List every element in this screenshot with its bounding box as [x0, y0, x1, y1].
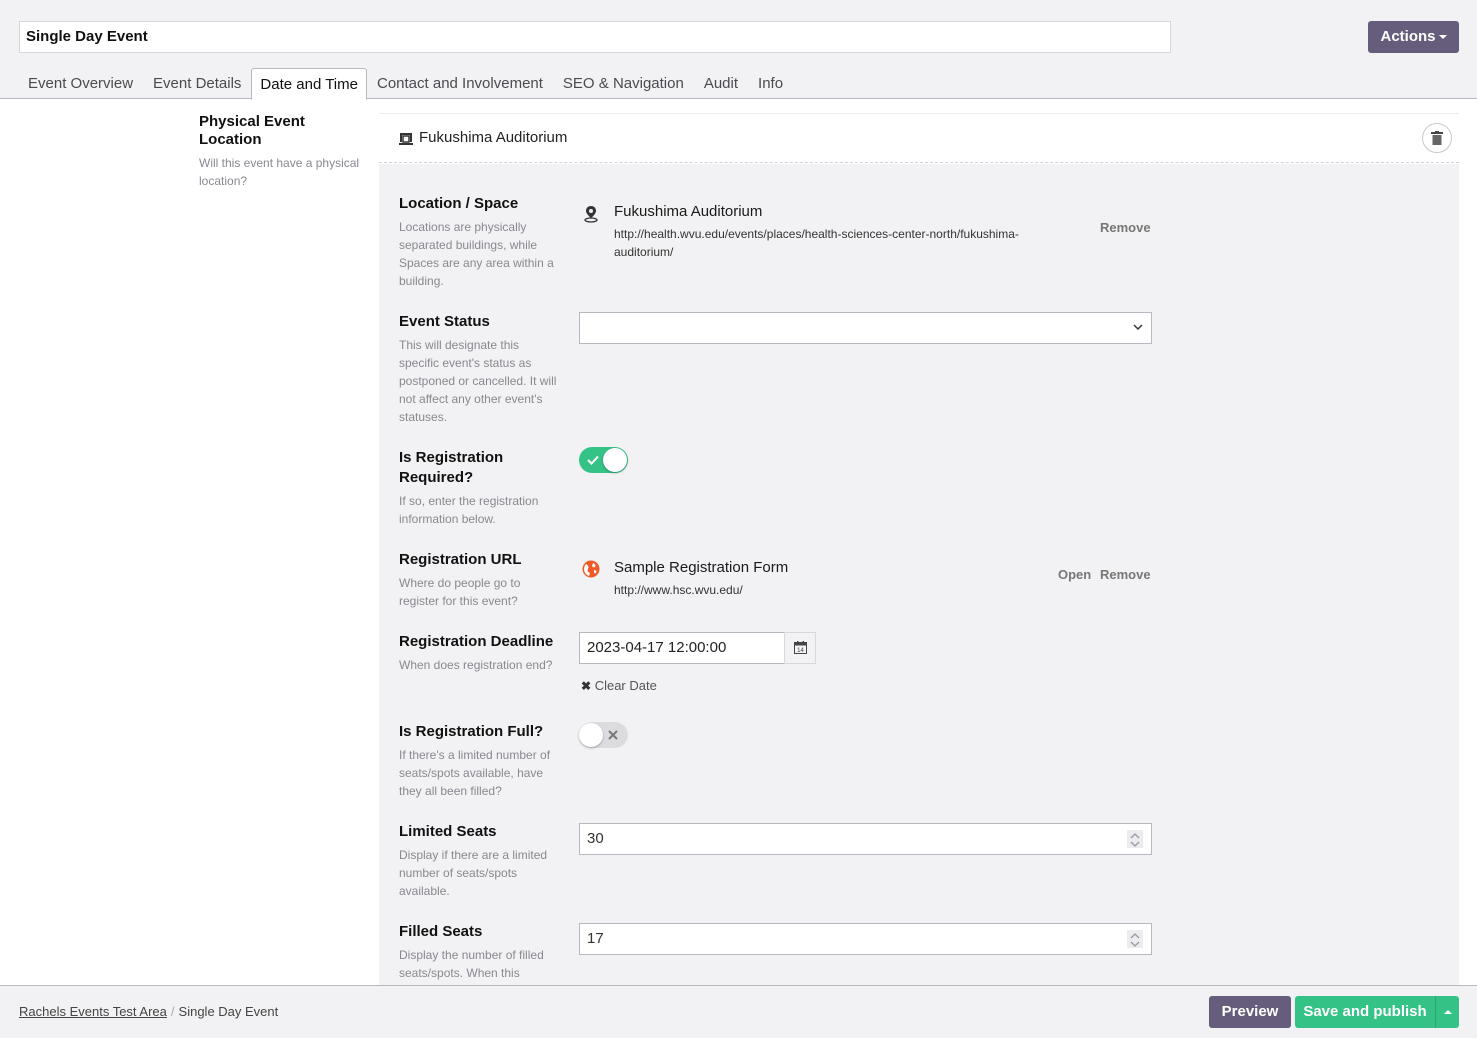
registration-url-label: Registration URL	[399, 551, 522, 568]
registration-url-field-label: Registration URL Where do people go to r…	[399, 550, 559, 610]
map-pin-icon	[584, 206, 598, 223]
registration-deadline-field-label: Registration Deadline When does registra…	[399, 632, 559, 674]
spinner-arrows-icon	[1130, 833, 1140, 847]
tab-date-and-time[interactable]: Date and Time	[251, 68, 367, 100]
registration-required-label: Is Registration Required?	[399, 449, 504, 486]
preview-button[interactable]: Preview	[1209, 996, 1291, 1028]
registration-deadline-label: Registration Deadline	[399, 633, 554, 650]
registration-url-remove-link[interactable]: Remove	[1100, 567, 1151, 582]
location-description: Locations are physically separated build…	[399, 220, 554, 288]
breadcrumb-current: Single Day Event	[178, 1004, 279, 1019]
caret-down-icon	[1438, 35, 1447, 40]
filled-seats-description: Display the number of filled seats/spots…	[399, 948, 544, 980]
location-panel: Location / Space Locations are physicall…	[379, 164, 1459, 986]
registration-deadline-description: When does registration end?	[399, 658, 553, 672]
registration-full-field-label: Is Registration Full? If there's a limit…	[399, 722, 559, 800]
close-icon: ✖	[581, 679, 592, 693]
page-footer: Rachels Events Test Area / Single Day Even…	[0, 985, 1477, 1038]
chevron-down-icon	[1133, 324, 1143, 331]
tab-contact-and-involvement[interactable]: Contact and Involvement	[367, 68, 553, 99]
registration-full-label: Is Registration Full?	[399, 723, 544, 740]
toggle-knob	[603, 448, 627, 472]
registration-url-description: Where do people go to register for this …	[399, 576, 521, 608]
calendar-icon: 14	[794, 641, 807, 654]
filled-seats-value: 17	[587, 930, 604, 947]
tab-audit[interactable]: Audit	[694, 68, 748, 99]
spinner-arrows-icon	[1130, 933, 1140, 947]
date-picker-button[interactable]: 14	[784, 632, 816, 664]
registration-url-open-link[interactable]: Open	[1058, 567, 1091, 582]
registration-deadline-input[interactable]: 2023-04-17 12:00:00	[579, 632, 785, 664]
event-title-input[interactable]: Single Day Event	[19, 21, 1171, 53]
tab-event-details[interactable]: Event Details	[143, 68, 251, 99]
actions-button[interactable]: Actions	[1368, 21, 1459, 53]
filled-seats-label: Filled Seats	[399, 923, 483, 940]
publish-options-toggle[interactable]	[1435, 996, 1459, 1028]
toggle-knob	[579, 723, 603, 747]
limited-seats-field-label: Limited Seats Display if there are a lim…	[399, 822, 559, 900]
tab-seo-navigation[interactable]: SEO & Navigation	[553, 68, 694, 99]
check-icon	[587, 455, 599, 465]
location-title: Fukushima Auditorium	[614, 203, 763, 220]
registration-required-toggle[interactable]	[579, 447, 628, 473]
limited-seats-value: 30	[587, 830, 604, 847]
svg-text:14: 14	[797, 648, 804, 654]
registration-full-toggle[interactable]	[579, 722, 628, 748]
clear-date-link[interactable]: ✖ Clear Date	[581, 678, 657, 693]
registration-url-title: Sample Registration Form	[614, 559, 789, 576]
trash-icon	[1431, 131, 1443, 145]
filled-seats-input[interactable]: 17	[579, 923, 1152, 955]
delete-location-button[interactable]	[1422, 123, 1452, 153]
section-description: Will this event have a physical location…	[199, 156, 360, 188]
section-title: Physical Event Location	[199, 113, 305, 148]
event-status-description: This will designate this specific event'…	[399, 338, 557, 424]
event-status-field-label: Event Status This will designate this sp…	[399, 312, 559, 426]
breadcrumb-parent-link[interactable]: Rachels Events Test Area	[19, 1004, 167, 1019]
breadcrumb: Rachels Events Test Area / Single Day Even…	[19, 1004, 278, 1019]
location-reference: Fukushima Auditorium http://health.wvu.e…	[579, 203, 1159, 263]
registration-full-description: If there's a limited number of seats/spo…	[399, 748, 551, 798]
breadcrumb-separator: /	[170, 1004, 175, 1019]
limited-seats-input[interactable]: 30	[579, 823, 1152, 855]
filled-seats-field-label: Filled Seats Display the number of fille…	[399, 922, 559, 982]
event-status-select[interactable]	[579, 312, 1152, 344]
tab-info[interactable]: Info	[748, 68, 793, 99]
location-url: http://health.wvu.edu/events/places/heal…	[614, 227, 1019, 259]
caret-up-icon	[1444, 1010, 1452, 1014]
limited-seats-description: Display if there are a limited number of…	[399, 848, 548, 898]
building-icon	[399, 133, 413, 145]
event-status-label: Event Status	[399, 313, 490, 330]
section-label: Physical Event Location Will this event …	[199, 113, 369, 190]
number-spinner[interactable]	[1127, 830, 1143, 848]
registration-url-value: http://www.hsc.wvu.edu/	[614, 583, 743, 597]
registration-required-field-label: Is Registration Required? If so, enter t…	[399, 448, 559, 528]
x-icon	[608, 730, 618, 740]
limited-seats-label: Limited Seats	[399, 823, 497, 840]
location-label: Location / Space	[399, 195, 519, 212]
card-title: Fukushima Auditorium	[419, 129, 568, 146]
location-remove-link[interactable]: Remove	[1100, 220, 1151, 235]
tab-event-overview[interactable]: Event Overview	[18, 68, 143, 99]
actions-label: Actions	[1380, 28, 1436, 45]
tab-bar: Event Overview Event Details Date and Ti…	[18, 68, 793, 100]
globe-icon	[582, 560, 600, 578]
clear-date-label: Clear Date	[594, 678, 657, 693]
registration-required-description: If so, enter the registration informatio…	[399, 494, 539, 526]
page-header: Single Day Event Actions Event Overview …	[0, 0, 1477, 100]
location-card-header[interactable]: Fukushima Auditorium	[379, 113, 1459, 163]
number-spinner[interactable]	[1127, 930, 1143, 948]
location-field-label: Location / Space Locations are physicall…	[399, 194, 559, 290]
save-and-publish-button[interactable]: Save and publish	[1295, 996, 1435, 1028]
